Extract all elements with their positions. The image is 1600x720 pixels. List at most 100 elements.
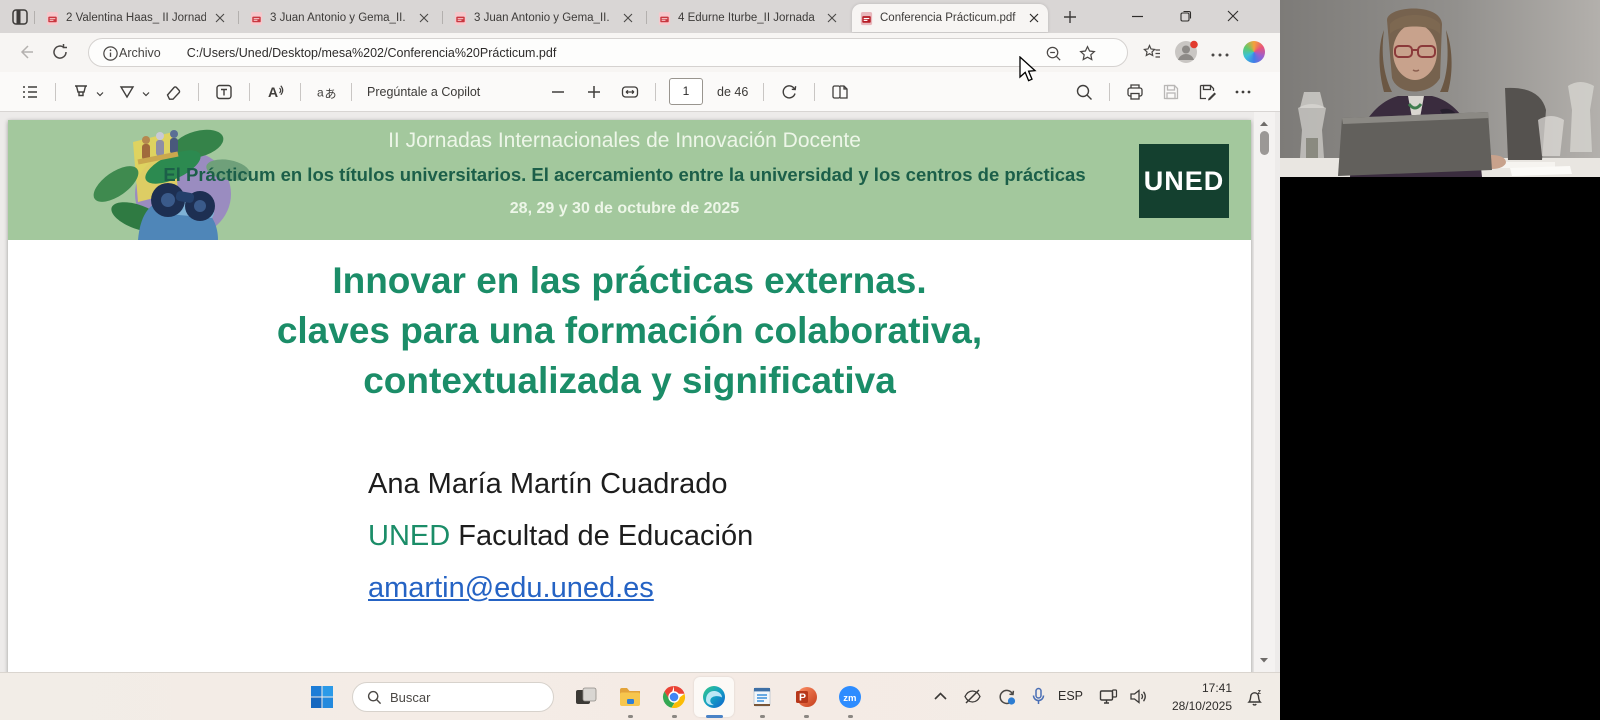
tab-close-icon[interactable] <box>620 11 635 26</box>
tab-actions-menu-icon[interactable] <box>10 7 30 27</box>
volume-icon[interactable] <box>1128 686 1149 707</box>
svg-text:A: A <box>268 84 278 100</box>
print-icon[interactable] <box>1125 82 1145 102</box>
camera-off-icon[interactable] <box>962 686 983 707</box>
save-as-icon[interactable] <box>1197 82 1217 102</box>
copilot-icon[interactable] <box>1243 41 1265 63</box>
vertical-scrollbar[interactable] <box>1254 112 1275 672</box>
tray-date: 28/10/2025 <box>1171 699 1232 713</box>
info-icon[interactable] <box>101 44 120 63</box>
eraser-icon[interactable] <box>163 82 183 102</box>
tab-close-icon[interactable] <box>824 11 839 26</box>
url-field[interactable]: Archivo C:/Users/Uned/Desktop/mesa%202/C… <box>88 38 1128 67</box>
tab-close-icon[interactable] <box>416 11 431 26</box>
window-minimize-button[interactable] <box>1115 0 1160 32</box>
search-document-icon[interactable] <box>1074 82 1094 102</box>
pdf-page-1: II Jornadas Internacionales de Innovació… <box>8 120 1251 672</box>
tab-juan-antonio-gema-2[interactable]: 3 Juan Antonio y Gema_II. <box>446 4 642 32</box>
clock[interactable]: 17:41 28/10/2025 <box>1150 679 1232 715</box>
file-explorer-icon[interactable] <box>618 685 642 709</box>
task-view-icon[interactable] <box>574 685 598 709</box>
page-view-icon[interactable] <box>830 82 850 102</box>
window-close-button[interactable] <box>1210 0 1255 32</box>
translate-icon[interactable]: aあ <box>316 82 336 102</box>
taskbar-search-box[interactable]: Buscar <box>352 682 554 712</box>
url-text: C:/Users/Uned/Desktop/mesa%202/Conferenc… <box>186 45 557 60</box>
notification-bell-icon[interactable]: z <box>1244 687 1265 708</box>
pdf-file-icon <box>46 11 59 25</box>
language-indicator[interactable]: ESP <box>1058 689 1083 703</box>
new-tab-button[interactable] <box>1060 7 1080 27</box>
pdf-file-icon <box>658 11 671 25</box>
start-button-icon[interactable] <box>310 685 334 709</box>
favorites-bar-icon[interactable] <box>1142 42 1162 62</box>
edge-icon[interactable] <box>702 685 726 709</box>
scrollbar-thumb[interactable] <box>1260 131 1269 155</box>
author-email-link[interactable]: amartin@edu.uned.es <box>368 562 753 614</box>
zoom-in-icon[interactable] <box>584 82 604 102</box>
rotate-icon[interactable] <box>779 82 799 102</box>
settings-more-icon[interactable] <box>1210 45 1230 65</box>
powerpoint-icon[interactable]: P <box>794 685 818 709</box>
zoom-out-page-icon[interactable] <box>1044 44 1063 63</box>
running-app-dot <box>804 715 809 718</box>
zoom-out-icon[interactable] <box>548 82 568 102</box>
pdf-toolbar: A aあ Pregúntale a Copilot 1 de 46 <box>0 72 1280 112</box>
highlighter-icon[interactable] <box>71 82 91 102</box>
fit-to-width-icon[interactable] <box>620 82 640 102</box>
svg-text:P: P <box>799 692 806 704</box>
back-icon[interactable] <box>16 42 36 62</box>
tray-chevron-up-icon[interactable] <box>930 686 951 707</box>
running-app-dot <box>848 715 853 718</box>
draw-pen-icon[interactable] <box>117 82 137 102</box>
browser-tab-bar: 2 Valentina Haas_ II Jornad 3 Juan Anton… <box>0 0 1280 33</box>
chevron-down-icon[interactable] <box>141 89 151 99</box>
banner-subtitle: El Prácticum en los títulos universitari… <box>163 164 1086 185</box>
tab-juan-antonio-gema-1[interactable]: 3 Juan Antonio y Gema_II. <box>242 4 438 32</box>
file-scheme-badge: Archivo <box>119 45 161 60</box>
reload-icon[interactable] <box>50 42 70 62</box>
favorite-star-icon[interactable] <box>1078 44 1097 63</box>
profile-avatar[interactable] <box>1174 40 1198 64</box>
banner-dates: 28, 29 y 30 de octubre de 2025 <box>509 200 740 217</box>
browser-address-bar: Archivo C:/Users/Uned/Desktop/mesa%202/C… <box>0 33 1280 72</box>
tab-close-icon[interactable] <box>212 11 227 26</box>
tab-close-icon[interactable] <box>1026 11 1041 26</box>
page-number-input[interactable]: 1 <box>669 78 703 105</box>
speaker-scene <box>1280 0 1600 177</box>
affiliation-org: UNED <box>368 520 451 552</box>
tab-title: 2 Valentina Haas_ II Jornad <box>66 12 206 24</box>
tab-divider <box>238 11 239 24</box>
tab-conferencia-practicum-active[interactable]: Conferencia Prácticum.pdf <box>852 4 1048 32</box>
zoom-app-icon[interactable]: zm <box>838 685 862 709</box>
tab-title: 3 Juan Antonio y Gema_II. <box>270 12 406 24</box>
more-options-icon[interactable] <box>1233 82 1253 102</box>
pdf-file-icon <box>860 11 873 25</box>
uned-logo: UNED <box>1139 144 1229 218</box>
add-text-icon[interactable] <box>214 82 234 102</box>
toolbar-divider <box>55 82 56 101</box>
chevron-down-icon[interactable] <box>95 89 105 99</box>
tab-edurne-iturbe[interactable]: 4 Edurne Iturbe_II Jornada <box>650 4 846 32</box>
search-icon <box>367 690 382 704</box>
sync-status-icon[interactable] <box>996 686 1017 707</box>
tab-title: 3 Juan Antonio y Gema_II. <box>474 12 610 24</box>
window-restore-button[interactable] <box>1163 0 1208 32</box>
toolbar-divider <box>351 82 352 101</box>
scroll-up-icon[interactable] <box>1258 118 1270 130</box>
save-icon <box>1163 84 1179 99</box>
table-of-contents-icon[interactable] <box>20 82 40 102</box>
pdf-file-icon <box>454 11 467 25</box>
read-aloud-icon[interactable]: A <box>265 82 285 102</box>
microphone-icon[interactable] <box>1028 686 1049 707</box>
tab-valentina-haas[interactable]: 2 Valentina Haas_ II Jornad <box>38 4 234 32</box>
network-icon[interactable] <box>1098 686 1119 707</box>
chrome-icon[interactable] <box>662 685 686 709</box>
ask-copilot-button[interactable]: Pregúntale a Copilot <box>367 85 480 99</box>
pdf-viewer[interactable]: II Jornadas Internacionales de Innovació… <box>0 112 1280 672</box>
pdf-file-icon <box>250 11 263 25</box>
slide-title-line1: Innovar en las prácticas externas. <box>332 260 927 301</box>
author-affiliation: UNED Facultad de Educación <box>368 510 753 562</box>
scroll-down-icon[interactable] <box>1258 654 1270 666</box>
notepad-icon[interactable] <box>750 685 774 709</box>
